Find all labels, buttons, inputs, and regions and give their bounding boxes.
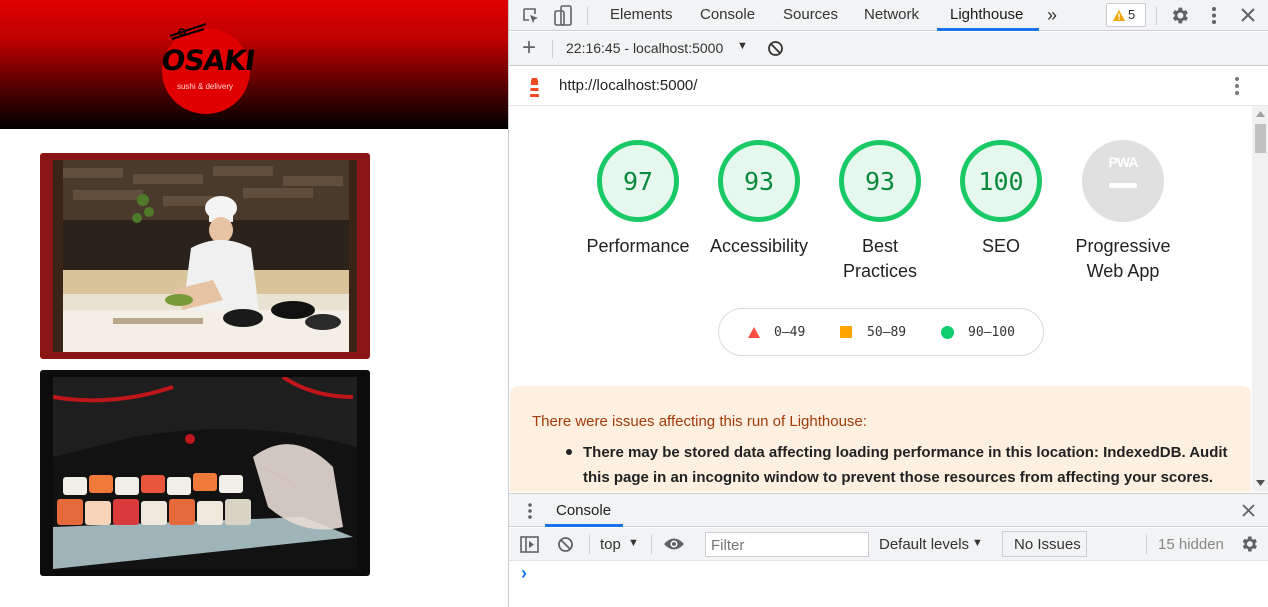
more-options-icon[interactable] [1206,5,1222,26]
score-label: Best Practices [842,236,918,281]
new-report-button[interactable]: + [522,34,536,62]
gauge-pwa[interactable]: PWA Progressive Web App [1063,140,1183,284]
console-prompt-icon[interactable]: › [521,563,527,584]
score-label: Performance [586,236,690,256]
fail-triangle-icon [748,327,760,338]
run-warnings-title: There were issues affecting this run of … [532,413,867,430]
legend-fail-range: 0–49 [774,325,806,340]
toolbar-divider [651,535,652,554]
devtools-panel: Elements Console Sources Network Lightho… [508,0,1268,607]
score-ring: 93 [839,140,921,222]
filter-placeholder: Filter [711,537,745,554]
live-expression-eye-icon[interactable] [663,537,685,551]
scrollbar-thumb[interactable] [1255,124,1266,153]
console-sidebar-icon[interactable] [520,536,539,553]
tab-elements[interactable]: Elements [610,0,673,31]
average-square-icon [840,326,852,338]
tab-console[interactable]: Console [700,0,755,31]
tab-lighthouse[interactable]: Lighthouse [950,0,1023,31]
drawer-active-tab-indicator [545,524,623,527]
drawer-tab-bar: Console [509,493,1268,527]
score-value: 93 [743,167,775,196]
settings-gear-icon[interactable] [1169,5,1190,26]
report-selector-dropdown-icon[interactable]: ▼ [737,40,748,52]
device-toolbar-icon[interactable] [553,5,573,27]
gauge-best-practices[interactable]: 93 Best Practices [820,140,940,284]
legend-average-range: 50–89 [867,325,907,340]
report-scrollbar[interactable] [1252,106,1268,492]
console-filter-input[interactable]: Filter [705,532,869,557]
issues-label: No Issues [1014,536,1081,553]
list-bullet [566,449,572,455]
close-drawer-icon[interactable] [1242,504,1255,517]
score-label: Accessibility [709,236,809,256]
score-value: 100 [978,167,1024,196]
inspect-element-icon[interactable] [521,6,541,26]
score-label: SEO [981,236,1020,256]
pass-circle-icon [941,326,954,339]
log-levels-selector[interactable]: Default levels [879,536,969,553]
log-levels-dropdown-icon[interactable]: ▼ [972,537,983,549]
gauge-seo[interactable]: 100 SEO [941,140,1061,259]
context-selector[interactable]: top [600,536,621,553]
site-header: OSAKI sushi & delivery [0,0,508,129]
report-menu-icon[interactable] [1231,75,1243,97]
sushi-photo-card [40,370,370,576]
clear-console-icon[interactable] [557,536,574,553]
lighthouse-toolbar: + 22:16:45 - localhost:5000 ▼ [509,32,1268,66]
console-output[interactable]: › [509,561,1268,607]
tab-network[interactable]: Network [864,0,919,31]
drawer-menu-icon[interactable] [527,502,533,520]
toolbar-divider [552,40,553,58]
pwa-badge-text: PWA [1108,154,1139,170]
scroll-down-icon[interactable] [1256,480,1265,486]
devtools-tab-bar: Elements Console Sources Network Lightho… [509,0,1268,31]
website-viewport: OSAKI sushi & delivery [0,0,508,607]
console-settings-gear-icon[interactable] [1239,534,1259,554]
issues-button[interactable]: No Issues [1002,531,1087,557]
more-tabs-button[interactable]: » [1047,0,1057,31]
toolbar-divider [1156,7,1157,25]
warnings-badge[interactable]: 5 [1106,3,1146,27]
report-url[interactable]: http://localhost:5000/ [559,77,697,94]
score-ring: 100 [960,140,1042,222]
gauge-accessibility[interactable]: 93 Accessibility [699,140,819,259]
score-value: 97 [622,167,654,196]
toolbar-divider [587,7,588,25]
scroll-up-icon[interactable] [1256,111,1265,117]
pwa-badge: PWA [1082,140,1164,222]
active-tab-indicator [937,28,1039,31]
run-warning-item: There may be stored data affecting loadi… [583,444,1228,486]
toolbar-divider [1146,535,1147,554]
logo-wordmark[interactable]: OSAKI [156,44,261,77]
sushi-photo [53,377,357,569]
score-ring: 93 [718,140,800,222]
pwa-dash-icon [1109,183,1137,188]
drawer-tab-console[interactable]: Console [556,502,611,519]
hidden-messages-count: 15 hidden [1158,536,1224,553]
logo-tagline: sushi & delivery [176,82,234,91]
warning-icon [1113,10,1125,21]
warning-count: 5 [1128,7,1136,22]
context-dropdown-icon[interactable]: ▼ [628,537,639,549]
tab-sources[interactable]: Sources [783,0,838,31]
score-ring: 97 [597,140,679,222]
chef-photo [53,160,357,352]
close-devtools-icon[interactable] [1240,7,1256,23]
lighthouse-logo-icon [530,78,539,97]
clear-reports-icon[interactable] [767,40,784,57]
legend-pass-range: 90–100 [968,325,1015,340]
score-legend: 0–49 50–89 90–100 [718,308,1044,356]
chef-photo-card [40,153,370,359]
console-toolbar: top ▼ Filter Default levels ▼ No Issues … [509,528,1268,561]
report-url-bar: http://localhost:5000/ [509,67,1268,106]
score-value: 93 [864,167,896,196]
run-warnings-box: There were issues affecting this run of … [510,386,1251,492]
lighthouse-report: 97 Performance 93 Accessibility 93 Best … [509,106,1251,492]
score-label: Progressive Web App [1075,236,1171,281]
report-selector[interactable]: 22:16:45 - localhost:5000 [566,40,723,56]
toolbar-divider [589,535,590,554]
chopsticks-icon [169,23,207,40]
gauge-performance[interactable]: 97 Performance [578,140,698,259]
